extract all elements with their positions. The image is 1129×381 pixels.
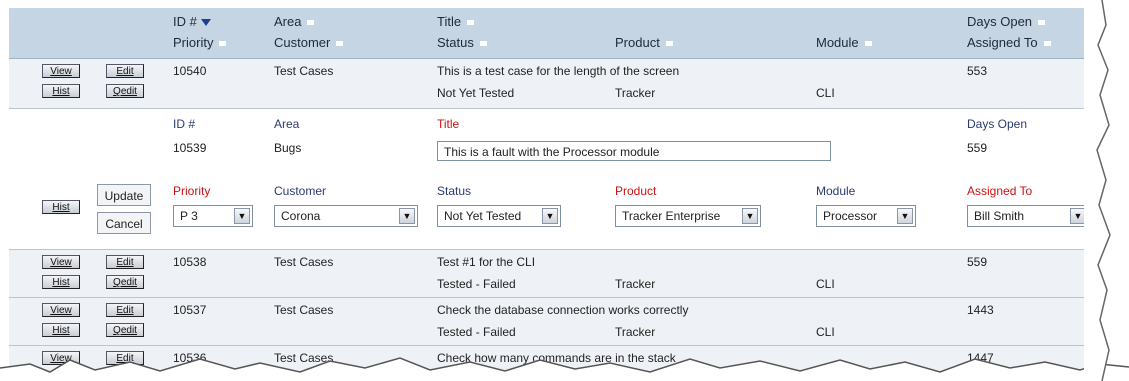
sort-icon [864,41,872,47]
chevron-down-icon[interactable]: ▼ [742,208,758,224]
chevron-down-icon[interactable]: ▼ [897,208,913,224]
row-status: Tested - Failed [437,325,516,339]
customer-select[interactable]: Corona ▼ [274,205,418,227]
row-title: Test #1 for the CLI [437,255,536,269]
sort-descending-icon [200,19,211,27]
header-product[interactable]: Product [615,35,673,50]
inline-edit-row: ID # Area Title Days Open 10539 Bugs Thi… [9,109,1084,250]
chevron-down-icon[interactable]: ▼ [1070,208,1084,224]
label-product: Product [615,184,657,198]
label-days-open: Days Open [967,117,1028,131]
row-title: This is a test case for the length of th… [437,64,680,78]
header-status[interactable]: Status [437,35,487,50]
header-area[interactable]: Area [274,14,315,29]
row-status: Not Yet Tested [437,86,515,100]
header-customer[interactable]: Customer [274,35,344,50]
header-days-open[interactable]: Days Open [967,14,1046,29]
assigned-to-select[interactable]: Bill Smith ▼ [967,205,1084,227]
row-days-open: 553 [967,64,988,78]
row-product: Tracker [615,277,656,291]
row-product: Tracker [615,86,656,100]
row-id: 10538 [173,255,207,269]
table-row: View Edit Hist Qedit 10538 Test Cases Te… [9,250,1084,298]
header-module[interactable]: Module [816,35,872,50]
qedit-button[interactable]: Qedit [106,323,144,337]
label-customer: Customer [274,184,327,198]
view-button[interactable]: View [42,303,80,317]
sort-icon [1038,20,1046,26]
row-area: Test Cases [274,303,334,317]
row-id: 10537 [173,303,207,317]
issue-list: ID # Area Title Days Open Priority Custo… [9,8,1085,381]
sort-icon [307,20,315,26]
row-area: Test Cases [274,255,334,269]
chevron-down-icon[interactable]: ▼ [234,208,250,224]
sort-icon [665,41,673,47]
table-row: View Edit Hist Qedit 10537 Test Cases Ch… [9,298,1084,346]
priority-select[interactable]: P 3 ▼ [173,205,253,227]
header-priority[interactable]: Priority [173,35,227,50]
row-module: CLI [816,325,835,339]
header-assigned-to[interactable]: Assigned To [967,35,1051,50]
hist-button[interactable]: Hist [42,200,80,214]
cancel-button[interactable]: Cancel [97,212,151,234]
view-button[interactable]: View [42,64,80,78]
view-button[interactable]: View [42,255,80,269]
edit-button[interactable]: Edit [106,255,144,269]
label-module: Module [816,184,856,198]
row-id: 10540 [173,64,207,78]
status-select[interactable]: Not Yet Tested ▼ [437,205,561,227]
qedit-button[interactable]: Qedit [106,275,144,289]
hist-button[interactable]: Hist [42,323,80,337]
edit-button[interactable]: Edit [106,303,144,317]
hist-button[interactable]: Hist [42,275,80,289]
edit-id-value: 10539 [173,141,207,155]
row-product: Tracker [615,325,656,339]
product-select[interactable]: Tracker Enterprise ▼ [615,205,761,227]
edit-days-open-value: 559 [967,141,988,155]
row-area: Test Cases [274,64,334,78]
row-status: Tested - Failed [437,277,516,291]
label-status: Status [437,184,472,198]
header-title[interactable]: Title [437,14,475,29]
title-input[interactable]: This is a fault with the Processor modul… [437,141,831,161]
edit-area-value: Bugs [274,141,302,155]
edit-button[interactable]: Edit [106,64,144,78]
label-assigned-to: Assigned To [967,184,1033,198]
row-module: CLI [816,86,835,100]
label-title: Title [437,117,460,131]
chevron-down-icon[interactable]: ▼ [399,208,415,224]
sort-icon [219,41,227,47]
row-title: Check the database connection works corr… [437,303,689,317]
qedit-button[interactable]: Qedit [106,84,144,98]
sort-icon [1043,41,1051,47]
table-row: View Edit Hist Qedit 10540 Test Cases Th… [9,59,1084,109]
row-days-open: 1443 [967,303,994,317]
sort-icon [479,41,487,47]
sort-icon [336,41,344,47]
module-select[interactable]: Processor ▼ [816,205,916,227]
torn-edge [0,357,1129,381]
list-header: ID # Area Title Days Open Priority Custo… [9,8,1084,59]
label-id: ID # [173,117,196,131]
chevron-down-icon[interactable]: ▼ [542,208,558,224]
hist-button[interactable]: Hist [42,84,80,98]
row-days-open: 559 [967,255,988,269]
sort-icon [467,20,475,26]
label-priority: Priority [173,184,211,198]
label-area: Area [274,117,300,131]
update-button[interactable]: Update [97,184,151,206]
header-id[interactable]: ID # [173,14,211,29]
row-module: CLI [816,277,835,291]
torn-edge-right [1084,0,1111,381]
